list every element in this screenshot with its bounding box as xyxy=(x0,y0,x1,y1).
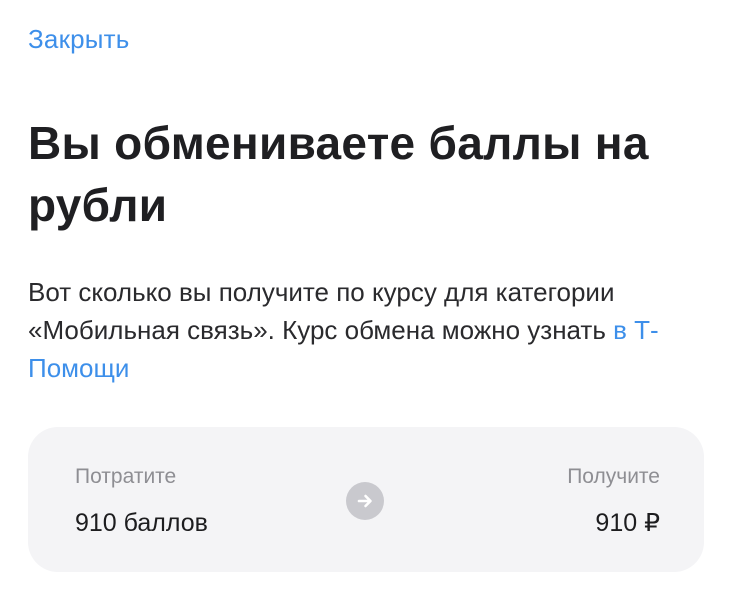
receive-column: Получите 910 ₽ xyxy=(567,463,660,539)
receive-label: Получите xyxy=(567,465,660,488)
exchange-card: Потратите 910 баллов Получите 910 ₽ xyxy=(28,427,704,572)
exchange-points-screen: Закрыть Вы обмениваете баллы на рубли Во… xyxy=(0,0,733,612)
spend-column: Потратите 910 баллов xyxy=(75,463,208,539)
spend-label: Потратите xyxy=(75,465,177,488)
close-button[interactable]: Закрыть xyxy=(28,22,130,56)
description: Вот сколько вы получите по курсу для кат… xyxy=(28,273,678,387)
receive-amount: 910 ₽ xyxy=(595,509,660,537)
spend-amount: 910 баллов xyxy=(75,509,208,537)
arrow-right-glyph xyxy=(357,494,372,508)
description-text: Вот сколько вы получите по курсу для кат… xyxy=(28,277,615,345)
arrow-right-icon xyxy=(346,482,384,520)
page-title: Вы обмениваете баллы на рубли xyxy=(28,117,649,231)
